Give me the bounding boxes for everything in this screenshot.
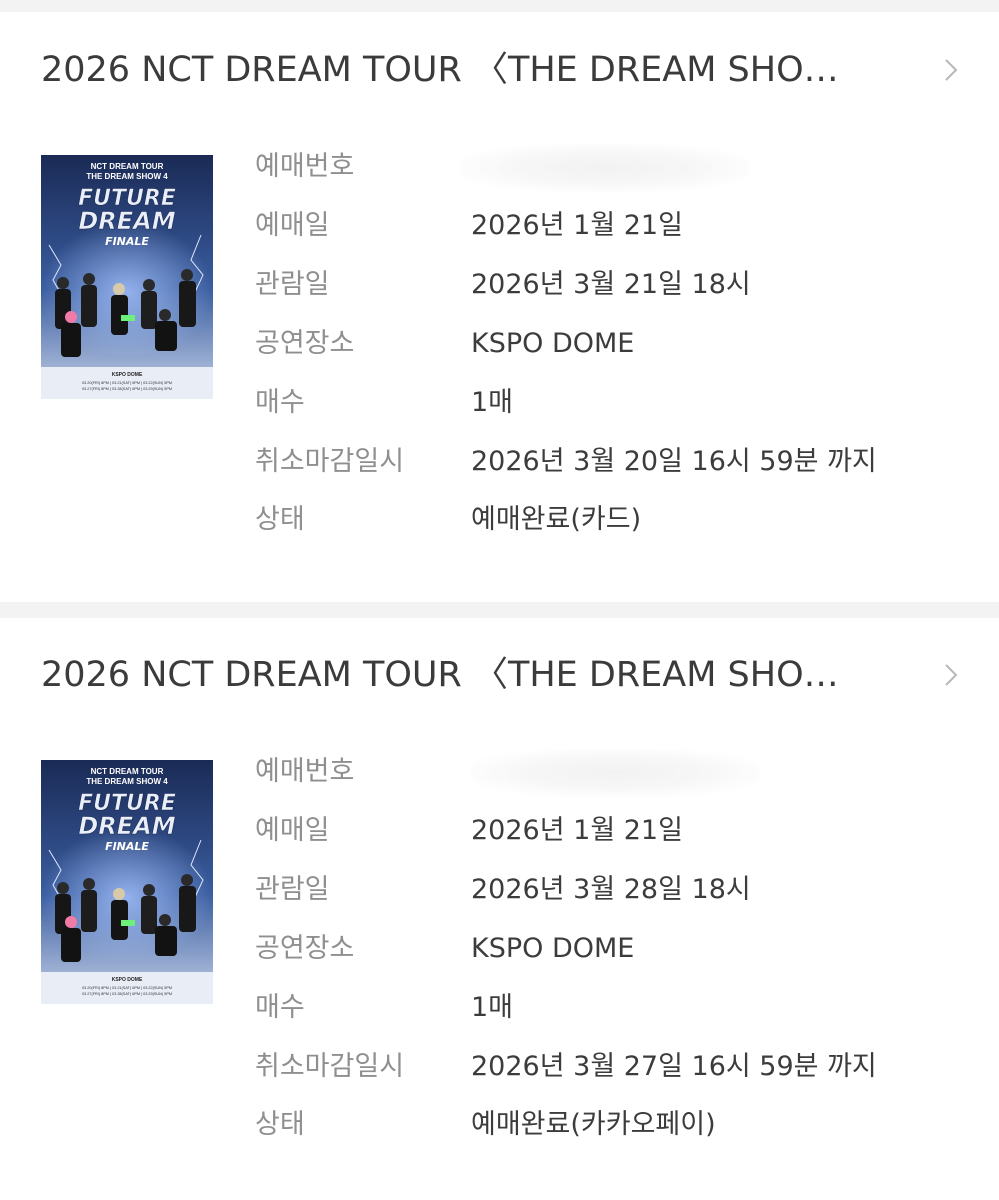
top-separator [0, 0, 999, 12]
label-ticket-count: 매수 [255, 992, 305, 1023]
label-viewing-date: 관람일 [255, 874, 330, 905]
chevron-right-icon[interactable] [944, 58, 958, 82]
poster-line1: NCT DREAM TOUR [91, 162, 164, 171]
card-separator [0, 602, 999, 618]
value-cancel-deadline: 2026년 3월 27일 16시 59분 까지 [471, 1051, 877, 1082]
poster-line2: THE DREAM SHOW 4 [86, 777, 168, 786]
label-status: 상태 [255, 504, 305, 535]
poster-dates-2: 03.27(FRI) 8PM | 03.28(SAT) 6PM | 03.29(… [82, 387, 172, 391]
poster-venue: KSPO DOME [112, 372, 143, 378]
label-cancel-deadline: 취소마감일시 [255, 1051, 405, 1082]
booking-title[interactable]: 2026 NCT DREAM TOUR 〈THE DREAM SHO… [41, 40, 881, 100]
value-ticket-count: 1매 [471, 992, 514, 1023]
poster-logo-line2: DREAM [78, 207, 175, 235]
value-booking-date: 2026년 1월 21일 [471, 210, 683, 241]
redacted-booking-number [470, 749, 760, 797]
poster-logo-line3: FINALE [105, 235, 149, 248]
value-booking-date: 2026년 1월 21일 [471, 815, 683, 846]
event-poster: NCT DREAM TOUR THE DREAM SHOW 4 FUTURE D… [41, 155, 213, 399]
booking-title[interactable]: 2026 NCT DREAM TOUR 〈THE DREAM SHO… [41, 645, 881, 705]
poster-dates-1: 03.20(FRI) 8PM | 03.21(SAT) 6PM | 03.22(… [82, 381, 172, 385]
value-viewing-date: 2026년 3월 21일 18시 [471, 269, 751, 300]
booking-card[interactable]: 2026 NCT DREAM TOUR 〈THE DREAM SHO… NCT … [0, 645, 999, 1185]
label-booking-number: 예매번호 [255, 151, 355, 182]
event-poster: NCT DREAM TOUR THE DREAM SHOW 4 FUTURE D… [41, 760, 213, 1004]
value-cancel-deadline: 2026년 3월 20일 16시 59분 까지 [471, 446, 877, 477]
label-ticket-count: 매수 [255, 387, 305, 418]
value-venue: KSPO DOME [471, 328, 635, 359]
value-ticket-count: 1매 [471, 387, 514, 418]
poster-line2: THE DREAM SHOW 4 [86, 172, 168, 181]
label-cancel-deadline: 취소마감일시 [255, 446, 405, 477]
booking-card[interactable]: 2026 NCT DREAM TOUR 〈THE DREAM SHO… NCT … [0, 40, 999, 600]
value-venue: KSPO DOME [471, 933, 635, 964]
poster-logo-line3: FINALE [105, 840, 149, 853]
label-status: 상태 [255, 1109, 305, 1140]
poster-logo-line2: DREAM [78, 812, 175, 840]
poster-venue: KSPO DOME [112, 977, 143, 983]
label-venue: 공연장소 [255, 328, 355, 359]
value-status: 예매완료(카카오페이) [471, 1109, 716, 1140]
label-booking-date: 예매일 [255, 815, 330, 846]
chevron-right-icon[interactable] [944, 663, 958, 687]
label-booking-number: 예매번호 [255, 756, 355, 787]
poster-line1: NCT DREAM TOUR [91, 767, 164, 776]
label-venue: 공연장소 [255, 933, 355, 964]
value-status: 예매완료(카드) [471, 504, 642, 535]
label-booking-date: 예매일 [255, 210, 330, 241]
booking-list-page: 2026 NCT DREAM TOUR 〈THE DREAM SHO… NCT … [0, 0, 999, 1200]
poster-dates-1: 03.20(FRI) 8PM | 03.21(SAT) 6PM | 03.22(… [82, 986, 172, 990]
poster-dates-2: 03.27(FRI) 8PM | 03.28(SAT) 6PM | 03.29(… [82, 992, 172, 996]
value-viewing-date: 2026년 3월 28일 18시 [471, 874, 751, 905]
label-viewing-date: 관람일 [255, 269, 330, 300]
redacted-booking-number [460, 144, 750, 192]
